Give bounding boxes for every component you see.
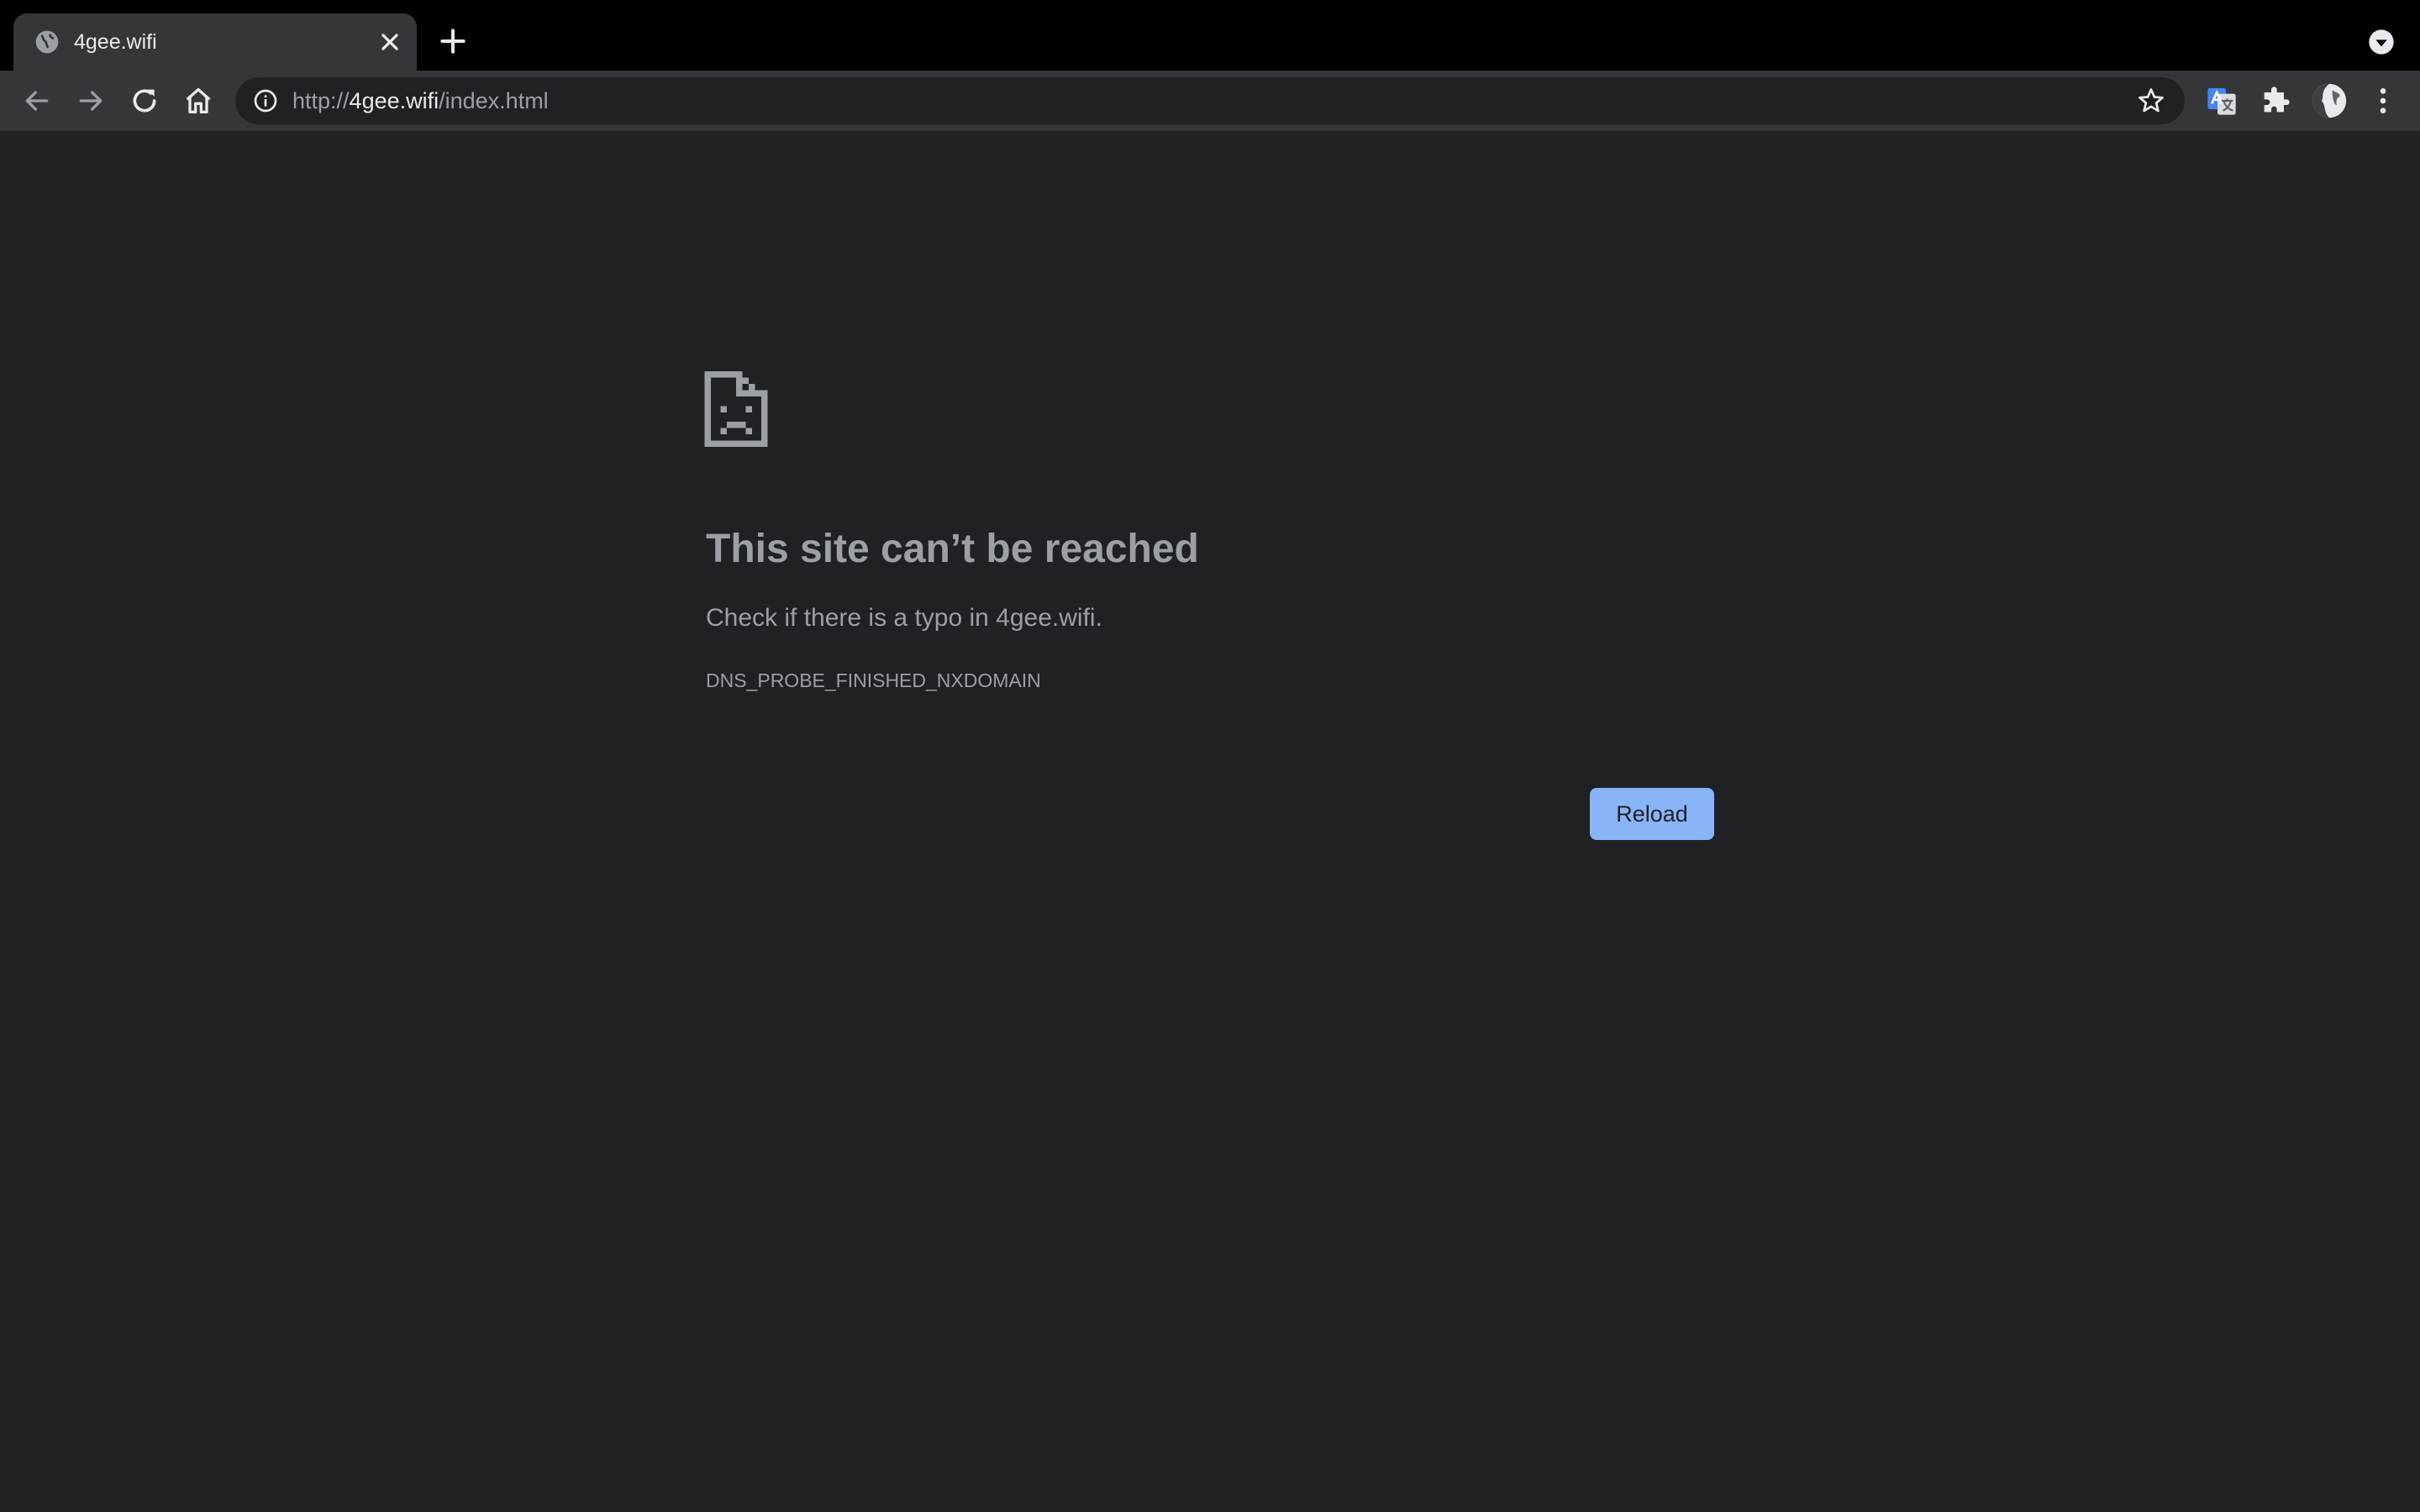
back-arrow-icon[interactable] — [20, 84, 54, 118]
close-icon[interactable] — [376, 29, 403, 55]
google-translate-icon[interactable] — [2205, 84, 2238, 118]
home-icon[interactable] — [182, 84, 215, 118]
puzzle-icon[interactable] — [2259, 84, 2292, 118]
reload-button[interactable]: Reload — [1590, 788, 1714, 840]
error-code: DNS_PROBE_FINISHED_NXDOMAIN — [706, 669, 1041, 691]
globe-icon — [35, 30, 59, 54]
star-icon[interactable] — [2136, 86, 2166, 116]
tab-strip: 4gee.wifi — [0, 0, 2420, 71]
tab-active[interactable]: 4gee.wifi — [13, 13, 417, 71]
error-title: This site can’t be reached — [706, 527, 1199, 571]
sad-document-icon — [704, 371, 768, 447]
browser-toolbar: http://4gee.wifi/index.html — [0, 71, 2420, 131]
url-text[interactable]: http://4gee.wifi/index.html — [292, 86, 549, 116]
error-description: Check if there is a typo in 4gee.wifi. — [706, 604, 1102, 632]
new-tab-icon[interactable] — [437, 25, 469, 57]
avatar[interactable] — [2311, 82, 2348, 119]
forward-arrow-icon[interactable] — [74, 84, 108, 118]
url-host: 4gee.wifi — [349, 88, 439, 113]
error-page: This site can’t be reached Check if ther… — [0, 131, 2420, 1512]
tab-search-icon[interactable] — [2368, 29, 2395, 55]
url-scheme: http:// — [292, 88, 350, 113]
reload-icon[interactable] — [128, 84, 161, 118]
kebab-menu-icon[interactable] — [2366, 84, 2400, 118]
address-bar[interactable]: http://4gee.wifi/index.html — [235, 77, 2185, 124]
tab-title: 4gee.wifi — [74, 30, 157, 54]
url-path: /index.html — [439, 88, 549, 113]
info-icon[interactable] — [252, 87, 279, 114]
